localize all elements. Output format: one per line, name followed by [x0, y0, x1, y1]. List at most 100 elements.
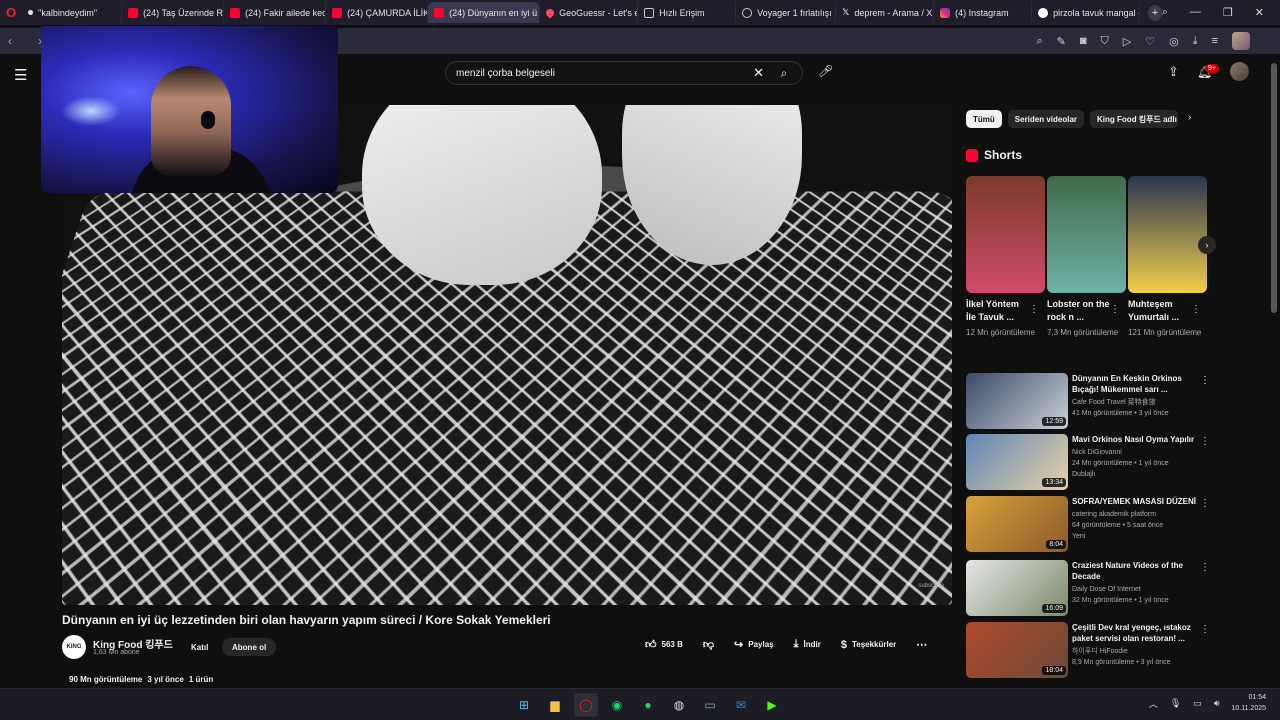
- recommended-title[interactable]: Craziest Nature Videos of the Decade: [1072, 560, 1196, 582]
- more-vert-icon[interactable]: ⋮: [1200, 562, 1210, 573]
- search-icon[interactable]: ⌕: [766, 62, 802, 84]
- recommended-video[interactable]: 13:34 Mavi Orkinos Nasıl Oyma Yapılır Nick…: [966, 434, 1216, 490]
- browser-tab[interactable]: "kalbindeydim": [22, 2, 122, 23]
- browser-tab[interactable]: Voyager 1 fırlatılışı: [736, 2, 836, 23]
- filter-chip[interactable]: King Food 킹푸드 adlı: [1090, 110, 1178, 128]
- short-thumbnail[interactable]: [966, 176, 1045, 293]
- shield-icon[interactable]: ⛉: [1101, 35, 1109, 48]
- join-button[interactable]: Katıl: [181, 638, 218, 656]
- more-vert-icon[interactable]: ⋮: [1029, 304, 1039, 315]
- heart-icon[interactable]: ♡: [1145, 35, 1155, 48]
- spotify-icon[interactable]: ●: [636, 693, 660, 717]
- recommended-video[interactable]: 16:09 Craziest Nature Videos of the Decad…: [966, 560, 1216, 616]
- recommended-video[interactable]: 18:04 Çeşitli Dev kral yengeç, ıstakoz pa…: [966, 622, 1216, 678]
- edit-icon[interactable]: ✎: [1057, 35, 1066, 48]
- file-explorer-icon[interactable]: ▆: [543, 693, 567, 717]
- recommended-title[interactable]: SOFRA/YEMEK MASASI DÜZENİ: [1072, 496, 1196, 507]
- page-scrollbar[interactable]: [1268, 55, 1280, 688]
- filter-chip[interactable]: Tümü: [966, 110, 1002, 128]
- filter-chip[interactable]: Seriden videolar: [1008, 110, 1084, 128]
- volume-icon[interactable]: 🔊︎: [1214, 698, 1220, 709]
- maximize-icon[interactable]: ❐: [1223, 6, 1233, 19]
- obs-icon[interactable]: ◍: [667, 693, 691, 717]
- browser-tab[interactable]: GeoGuessr - Let's expl: [540, 2, 638, 23]
- thanks-button[interactable]: $ Teşekkürler: [841, 639, 896, 651]
- like-button[interactable]: 👍︎ 563 B: [645, 638, 683, 651]
- recommended-video[interactable]: 8:04 SOFRA/YEMEK MASASI DÜZENİ catering ak…: [966, 496, 1216, 552]
- account-avatar[interactable]: [1230, 62, 1249, 81]
- browser-tab[interactable]: (24) Taş Üzerinde Rulo: [122, 2, 224, 23]
- outlook-icon[interactable]: ✉: [729, 693, 753, 717]
- chevron-up-icon[interactable]: ︿: [1149, 697, 1158, 710]
- display-icon[interactable]: ▭: [1193, 698, 1202, 709]
- short-title[interactable]: Muhteşem Yumurtalı ...: [1128, 298, 1192, 324]
- search-input[interactable]: menzil çorba belgeseli: [456, 68, 555, 79]
- more-vert-icon[interactable]: ⋮: [1200, 375, 1210, 386]
- more-vert-icon[interactable]: ⋮: [1191, 304, 1201, 315]
- browser-tab[interactable]: Hızlı Erişim: [638, 2, 736, 23]
- recommended-title[interactable]: Dünyanın En Keskin Orkinos Bıçağı! Mükem…: [1072, 373, 1196, 395]
- notification-badge: 9+: [1205, 64, 1219, 73]
- short-title[interactable]: Lobster on the rock n ...: [1047, 298, 1111, 324]
- microphone-icon[interactable]: 🎤︎: [818, 64, 833, 78]
- dislike-button[interactable]: 👎︎: [703, 638, 714, 651]
- recommended-channel[interactable]: Daily Dose Of Internet: [1072, 585, 1196, 595]
- flow-icon[interactable]: ◎: [1169, 35, 1179, 48]
- recommended-channel[interactable]: catering akademik platform: [1072, 510, 1196, 520]
- tab-search-icon[interactable]: ⌕: [1162, 6, 1168, 19]
- recommended-channel[interactable]: Cafe Food Travel 菜特食旅: [1072, 398, 1196, 408]
- browser-tab[interactable]: 𝕏deprem - Arama / X: [836, 2, 934, 23]
- search-box[interactable]: menzil çorba belgeseli ✕ ⌕: [445, 61, 803, 85]
- more-actions-button[interactable]: ⋯: [916, 638, 927, 651]
- menu-lines-icon[interactable]: ≡: [1212, 35, 1218, 47]
- close-window-icon[interactable]: ✕: [1255, 6, 1264, 19]
- short-thumbnail[interactable]: [1128, 176, 1207, 293]
- more-vert-icon[interactable]: ⋮: [1200, 436, 1210, 447]
- recommended-channel[interactable]: 하이푸디 HiFoodie: [1072, 647, 1196, 657]
- play-icon[interactable]: ▷: [1123, 35, 1131, 48]
- camera-icon[interactable]: ◙: [1080, 35, 1087, 47]
- search-page-icon[interactable]: ⌕: [1036, 35, 1042, 48]
- browser-tab[interactable]: (24) ÇAMURDA İLİKLİ: [326, 2, 428, 23]
- video-meta[interactable]: 90 Mn görüntüleme 3 yıl önce 1 ürün: [69, 675, 213, 684]
- short-card[interactable]: Muhteşem Yumurtalı ... 121 Mn görüntüleme…: [1128, 176, 1207, 339]
- kick-icon[interactable]: ▶: [760, 693, 784, 717]
- scrollbar-thumb[interactable]: [1271, 63, 1277, 313]
- browser-tab[interactable]: (24) Dünyanın en iyi ü: [428, 2, 540, 23]
- minimize-icon[interactable]: —: [1190, 6, 1201, 19]
- short-card[interactable]: Lobster on the rock n ... 7,3 Mn görüntül…: [1047, 176, 1126, 339]
- more-vert-icon[interactable]: ⋮: [1110, 304, 1120, 315]
- channel-avatar[interactable]: KING: [62, 635, 86, 659]
- clear-search-icon[interactable]: ✕: [753, 65, 764, 81]
- browser-tab[interactable]: pirzola tavuk mangal -: [1032, 2, 1140, 23]
- download-icon[interactable]: ⤓: [1193, 35, 1198, 48]
- recommended-channel[interactable]: Nick DiGiovanni: [1072, 448, 1196, 458]
- chevron-right-icon[interactable]: ›: [1188, 112, 1191, 123]
- subscribe-button[interactable]: Abone ol: [222, 638, 276, 656]
- new-tab-button[interactable]: +: [1148, 5, 1162, 21]
- whatsapp-icon[interactable]: ◉: [605, 693, 629, 717]
- opera-taskbar-icon[interactable]: ◯: [574, 693, 598, 717]
- recommended-title[interactable]: Çeşitli Dev kral yengeç, ıstakoz paket s…: [1072, 622, 1196, 644]
- short-title[interactable]: İlkel Yöntem İle Tavuk ...: [966, 298, 1030, 324]
- clock[interactable]: 01:54 10.11.2025: [1231, 692, 1266, 714]
- more-vert-icon[interactable]: ⋮: [1200, 498, 1210, 509]
- shorts-next-icon[interactable]: ›: [1198, 236, 1216, 254]
- browser-tab[interactable]: (4) Instagram: [934, 2, 1032, 23]
- recommended-title[interactable]: Mavi Orkinos Nasıl Oyma Yapılır: [1072, 434, 1196, 445]
- terminal-icon[interactable]: ▭: [698, 693, 722, 717]
- mic-tray-icon[interactable]: 🎙︎: [1170, 698, 1181, 709]
- back-icon[interactable]: ‹: [8, 34, 30, 48]
- upload-icon[interactable]: ⇪: [1168, 64, 1179, 80]
- browser-tab[interactable]: (24) Fakir ailede kedi d: [224, 2, 326, 23]
- recommended-video[interactable]: 12:59 Dünyanın En Keskin Orkinos Bıçağı! …: [966, 373, 1216, 429]
- more-vert-icon[interactable]: ⋮: [1200, 624, 1210, 635]
- opera-logo-icon[interactable]: O: [0, 0, 22, 25]
- download-button[interactable]: ⤓ İndir: [794, 638, 821, 651]
- start-icon[interactable]: ⊞: [512, 693, 536, 717]
- short-card[interactable]: İlkel Yöntem İle Tavuk ... 12 Mn görüntül…: [966, 176, 1045, 339]
- profile-avatar[interactable]: [1232, 32, 1250, 50]
- share-button[interactable]: ↪ Paylaş: [734, 638, 774, 651]
- short-thumbnail[interactable]: [1047, 176, 1126, 293]
- hamburger-menu-icon[interactable]: ☰: [14, 66, 27, 84]
